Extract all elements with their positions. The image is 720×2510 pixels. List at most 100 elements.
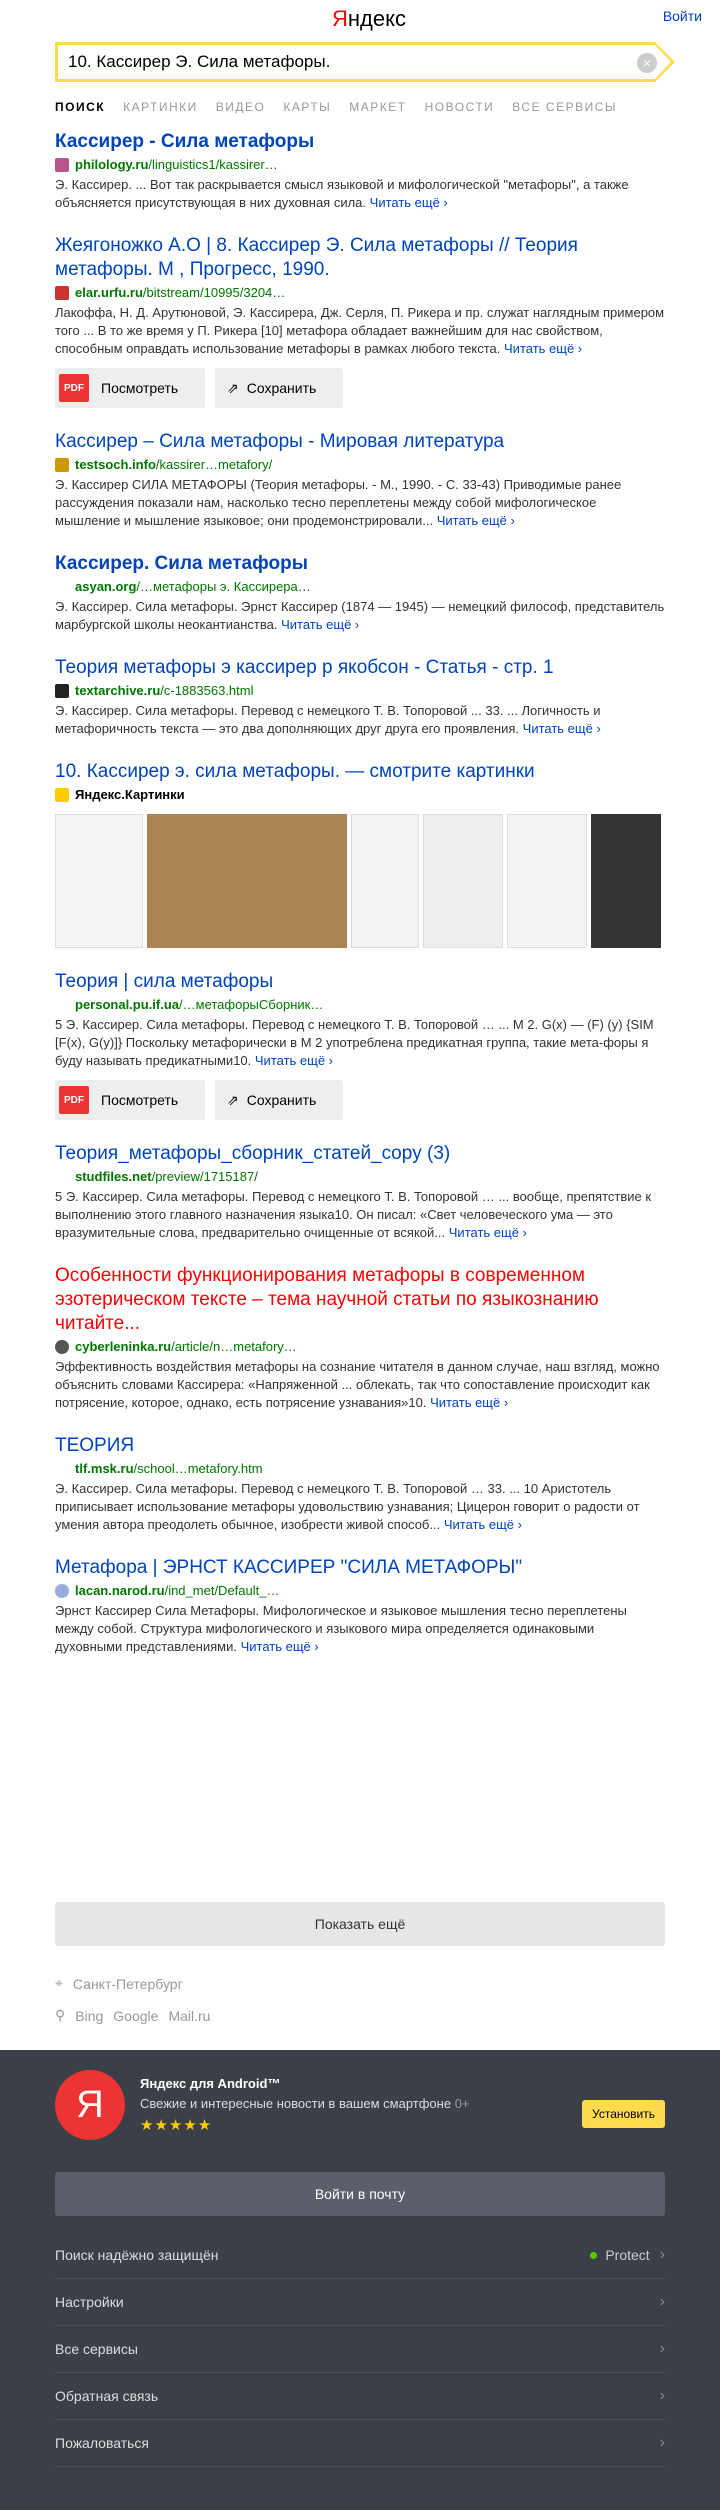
result-url[interactable]: tlf.msk.ru/school…metafory.htm [55, 1460, 665, 1478]
result-domain: Яндекс.Картинки [75, 787, 185, 802]
result-url[interactable]: Яндекс.Картинки [55, 786, 665, 804]
result-domain: lacan.narod.ru [75, 1583, 165, 1598]
yandex-logo[interactable]: Яндекс [332, 6, 406, 32]
image-thumbnails [55, 814, 665, 948]
footer-link-label: Настройки [55, 2294, 124, 2310]
save-button[interactable]: ⇗ Сохранить [215, 368, 343, 408]
snippet-text: Э. Кассирер. ... Вот так раскрывается см… [55, 177, 629, 210]
save-button[interactable]: ⇗ Сохранить [215, 1080, 343, 1120]
rating-stars-icon: ★★★★★ [140, 2117, 213, 2134]
snippet-text: Э. Кассирер. Сила метафоры. Перевод с не… [55, 1481, 640, 1532]
show-more-button[interactable]: Показать ещё [55, 1902, 665, 1946]
footer-link-settings[interactable]: Настройки › [55, 2279, 665, 2326]
save-label: Сохранить [246, 1092, 317, 1108]
image-thumbnail[interactable] [507, 814, 587, 948]
engine-google[interactable]: Google [113, 2008, 158, 2024]
result-title[interactable]: Кассирер – Сила метафоры - Мировая литер… [55, 431, 504, 452]
save-icon: ⇗ [227, 379, 239, 396]
read-more-link[interactable]: Читать ещё › [504, 341, 582, 356]
result-url[interactable]: personal.pu.if.ua/…метафорыСборник… [55, 996, 665, 1014]
read-more-link[interactable]: Читать ещё › [370, 195, 448, 210]
save-icon: ⇗ [227, 1091, 239, 1108]
result-url[interactable]: lacan.narod.ru/ind_met/Default_… [55, 1582, 665, 1600]
image-thumbnail[interactable] [423, 814, 503, 948]
result-path: /preview/1715187/ [151, 1169, 258, 1184]
result-domain: asyan.org [75, 579, 137, 594]
image-thumbnail[interactable] [55, 814, 143, 948]
result-domain: textarchive.ru [75, 683, 161, 698]
result-item: Особенности функционирования метафоры в … [55, 1264, 665, 1412]
result-item: Жеягоножко А.О | 8. Кассирер Э. Сила мет… [55, 234, 665, 408]
result-title[interactable]: Особенности функционирования метафоры в … [55, 1265, 599, 1334]
result-path: /…метафоры э. Кассирера… [136, 579, 311, 594]
result-title[interactable]: Теория_метафоры_сборник_статей_copy (3) [55, 1143, 450, 1164]
result-title[interactable]: Кассирер. Сила метафоры [55, 553, 308, 574]
result-title[interactable]: ТЕОРИЯ [55, 1435, 134, 1456]
result-url[interactable]: textarchive.ru/c-1883563.html [55, 682, 665, 700]
result-url[interactable]: philology.ru/linguistics1/kassirer… [55, 156, 665, 174]
result-item-images: 10. Кассирер э. сила метафоры. — смотрит… [55, 760, 665, 948]
footer-link-complain[interactable]: Пожаловаться › [55, 2420, 665, 2467]
image-thumbnail[interactable] [591, 814, 661, 948]
result-url[interactable]: cyberleninka.ru/article/n…metafory… [55, 1338, 665, 1356]
read-more-link[interactable]: Читать ещё › [255, 1053, 333, 1068]
region-selector[interactable]: ⌖ Санкт-Петербург [55, 1975, 183, 1992]
footer-link-services[interactable]: Все сервисы › [55, 2326, 665, 2373]
result-title[interactable]: Жеягоножко А.О | 8. Кассирер Э. Сила мет… [55, 235, 578, 280]
result-snippet: Э. Кассирер. Сила метафоры. Эрнст Кассир… [55, 598, 665, 634]
result-url[interactable]: testsoch.info/kassirer…metafory/ [55, 456, 665, 474]
result-title[interactable]: Метафора | ЭРНСТ КАССИРЕР "СИЛА МЕТАФОРЫ… [55, 1557, 522, 1578]
result-domain: testsoch.info [75, 457, 156, 472]
engine-bing[interactable]: Bing [75, 2008, 103, 2024]
results-list: Кассирер - Сила метафоры philology.ru/li… [55, 130, 665, 1678]
view-pdf-button[interactable]: PDF Посмотреть [55, 368, 205, 408]
tab-market[interactable]: МАРКЕТ [349, 100, 406, 114]
result-title[interactable]: 10. Кассирер э. сила метафоры. — смотрит… [55, 761, 535, 782]
app-subtitle: Свежие и интересные новости в вашем смар… [140, 2096, 470, 2111]
result-path: /linguistics1/kassirer… [148, 157, 278, 172]
result-title[interactable]: Теория метафоры э кассирер р якобсон - С… [55, 657, 554, 678]
view-pdf-button[interactable]: PDF Посмотреть [55, 1080, 205, 1120]
chevron-right-icon: › [659, 2387, 665, 2404]
image-thumbnail[interactable] [351, 814, 419, 948]
mail-login-button[interactable]: Войти в почту [55, 2172, 665, 2216]
clear-icon[interactable]: × [637, 53, 657, 73]
yandex-app-icon: Я [55, 2070, 125, 2140]
footer-link-protected[interactable]: Поиск надёжно защищён Protect › [55, 2232, 665, 2279]
read-more-link[interactable]: Читать ещё › [241, 1639, 319, 1654]
result-item: Теория_метафоры_сборник_статей_copy (3) … [55, 1142, 665, 1242]
read-more-link[interactable]: Читать ещё › [281, 617, 359, 632]
result-url[interactable]: asyan.org/…метафоры э. Кассирера… [55, 578, 665, 596]
image-thumbnail[interactable] [147, 814, 347, 948]
tab-news[interactable]: НОВОСТИ [425, 100, 495, 114]
result-path: /article/n…metafory… [171, 1339, 297, 1354]
footer-link-label: Поиск надёжно защищён [55, 2247, 219, 2263]
tab-video[interactable]: ВИДЕО [216, 100, 266, 114]
tab-all-services[interactable]: ВСЕ СЕРВИСЫ [512, 100, 617, 114]
result-snippet: 5 Э. Кассирер. Сила метафоры. Перевод с … [55, 1188, 665, 1242]
location-icon: ⌖ [55, 1975, 63, 1991]
read-more-link[interactable]: Читать ещё › [523, 721, 601, 736]
footer-link-feedback[interactable]: Обратная связь › [55, 2373, 665, 2420]
read-more-link[interactable]: Читать ещё › [449, 1225, 527, 1240]
result-title[interactable]: Кассирер - Сила метафоры [55, 131, 314, 152]
read-more-link[interactable]: Читать ещё › [437, 513, 515, 528]
read-more-link[interactable]: Читать ещё › [430, 1395, 508, 1410]
login-link[interactable]: Войти [663, 8, 702, 24]
result-url[interactable]: elar.urfu.ru/bitstream/10995/3204… [55, 284, 665, 302]
snippet-text: Э. Кассирер. Сила метафоры. Эрнст Кассир… [55, 599, 665, 632]
read-more-link[interactable]: Читать ещё › [444, 1517, 522, 1532]
result-url[interactable]: studfiles.net/preview/1715187/ [55, 1168, 665, 1186]
tab-maps[interactable]: КАРТЫ [283, 100, 331, 114]
favicon-icon [55, 286, 69, 300]
search-input[interactable] [58, 52, 598, 72]
chevron-right-icon: › [659, 2434, 665, 2451]
result-path: /kassirer…metafory/ [155, 457, 273, 472]
tab-search[interactable]: ПОИСК [55, 100, 105, 114]
other-engines: ⚲ Bing Google Mail.ru [55, 2007, 220, 2024]
tab-images[interactable]: КАРТИНКИ [123, 100, 198, 114]
install-button[interactable]: Установить [582, 2100, 665, 2128]
result-title[interactable]: Теория | сила метафоры [55, 971, 273, 992]
result-item: Кассирер - Сила метафоры philology.ru/li… [55, 130, 665, 212]
engine-mailru[interactable]: Mail.ru [168, 2008, 210, 2024]
